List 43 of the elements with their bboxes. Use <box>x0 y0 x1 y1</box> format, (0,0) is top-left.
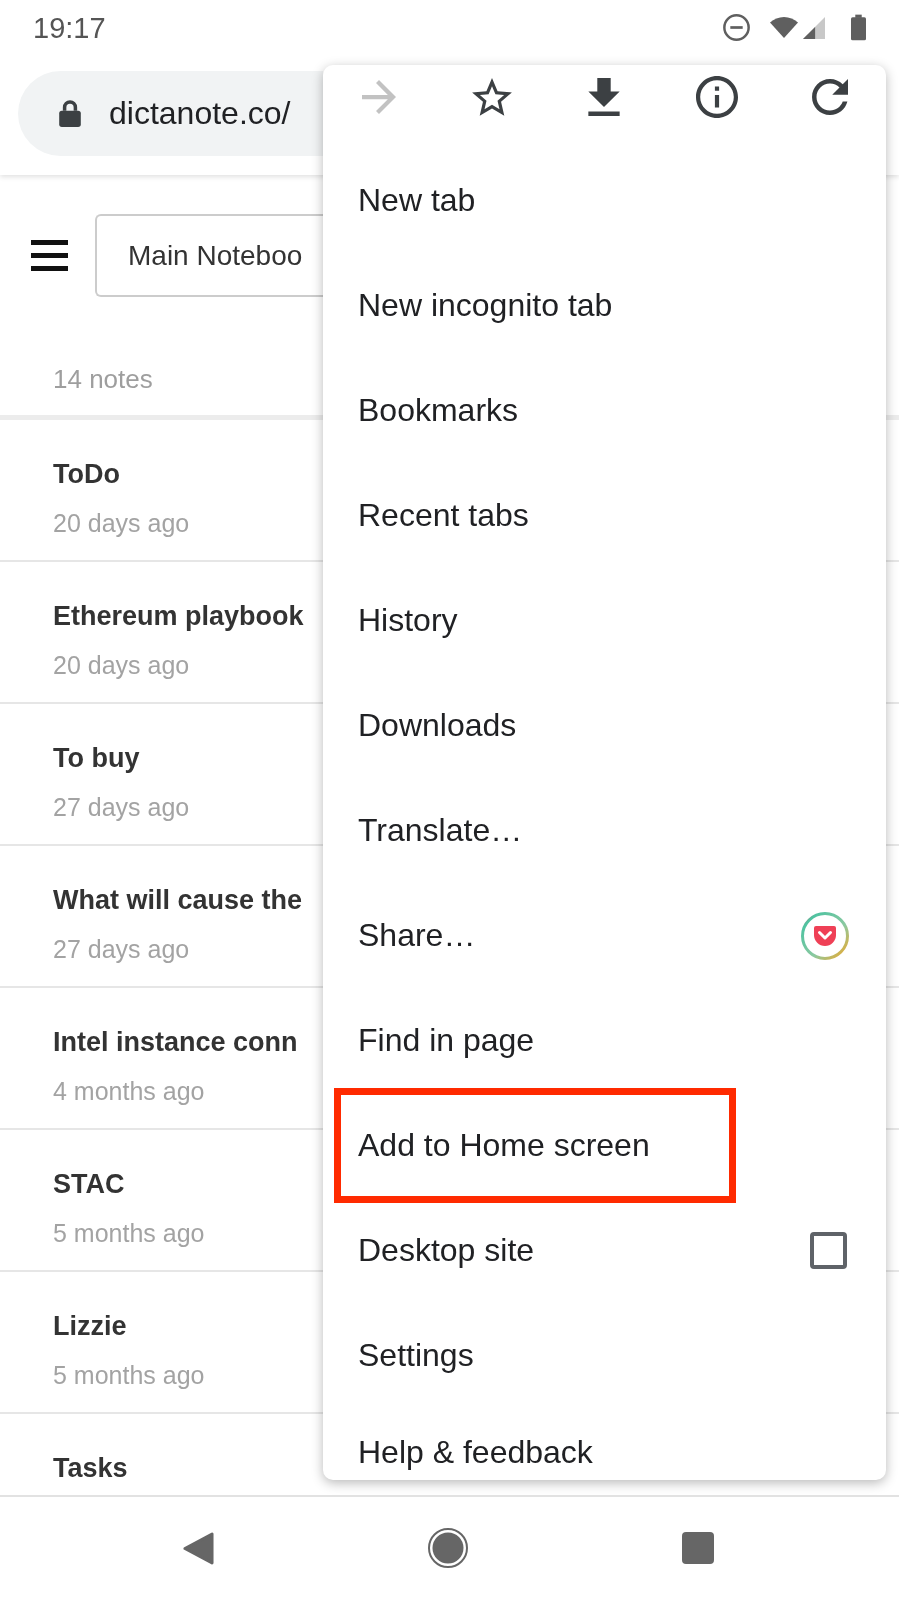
download-icon[interactable] <box>588 78 621 116</box>
note-title[interactable]: Lizzie <box>53 1310 127 1342</box>
note-time: 27 days ago <box>53 792 190 822</box>
lock-icon <box>59 100 81 127</box>
home-icon[interactable] <box>428 1528 468 1568</box>
menu-item[interactable]: Bookmarks <box>323 358 886 463</box>
info-icon[interactable] <box>696 76 739 118</box>
back-icon[interactable] <box>182 1530 214 1566</box>
note-time: 20 days ago <box>53 650 190 680</box>
menu-item[interactable]: Help & feedback <box>323 1408 886 1480</box>
menu-item[interactable]: New incognito tab <box>323 253 886 358</box>
note-time: 4 months ago <box>53 1076 205 1106</box>
star-icon[interactable] <box>471 78 512 116</box>
menu-item[interactable]: Add to Home screen <box>334 1088 736 1203</box>
note-time: 5 months ago <box>53 1360 205 1390</box>
notes-count: 14 notes <box>53 364 153 394</box>
do-not-disturb-icon <box>723 14 750 41</box>
note-time: 20 days ago <box>53 508 190 538</box>
note-title[interactable]: Tasks <box>53 1452 128 1484</box>
wifi-icon <box>770 17 798 38</box>
menu-item[interactable]: Translate… <box>323 778 886 883</box>
menu-icon[interactable] <box>31 240 68 271</box>
note-title[interactable]: To buy <box>53 742 140 774</box>
menu-item[interactable]: Recent tabs <box>323 463 886 568</box>
menu-item[interactable]: Downloads <box>323 673 886 778</box>
menu-item[interactable]: Settings <box>323 1303 886 1408</box>
note-title[interactable]: STAC <box>53 1168 125 1200</box>
signal-icon <box>803 16 825 39</box>
pocket-icon[interactable] <box>801 911 849 960</box>
checkbox[interactable] <box>810 1232 847 1269</box>
address-field[interactable]: dictanote.co/ <box>18 71 323 156</box>
note-title[interactable]: ToDo <box>53 458 120 490</box>
clock-time: 19:17 <box>33 10 106 45</box>
menu-item[interactable]: History <box>323 568 886 673</box>
menu-item[interactable]: New tab <box>323 148 886 253</box>
note-time: 5 months ago <box>53 1218 205 1248</box>
refresh-icon[interactable] <box>811 79 848 115</box>
battery-icon <box>851 14 866 41</box>
note-time: 27 days ago <box>53 934 190 964</box>
note-title[interactable]: What will cause the <box>53 884 303 916</box>
note-title[interactable]: Ethereum playbook <box>53 600 304 632</box>
note-title[interactable]: Intel instance conn <box>53 1026 298 1058</box>
menu-item[interactable]: Share… <box>323 883 886 988</box>
